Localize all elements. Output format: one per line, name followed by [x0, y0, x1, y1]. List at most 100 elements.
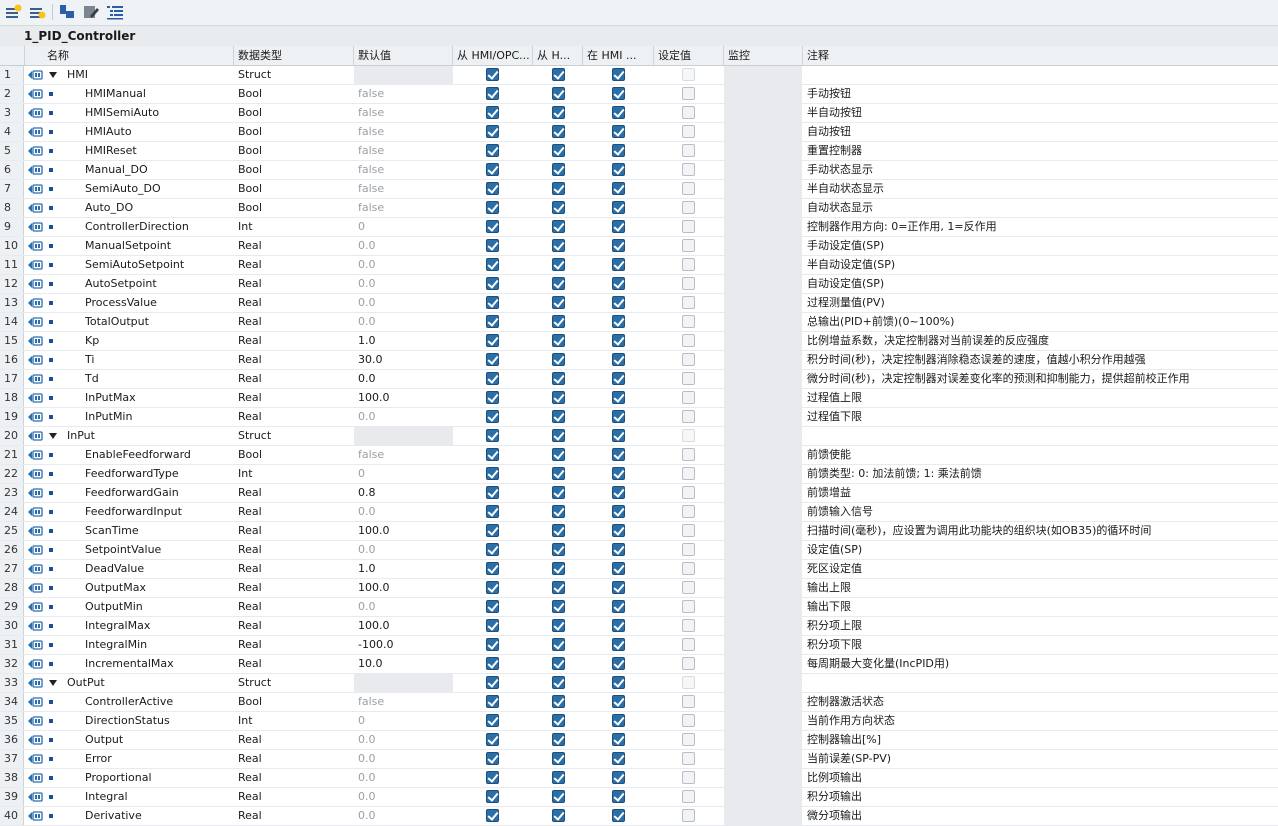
hmi-opc-accessible-checkbox[interactable] — [453, 389, 533, 407]
setpoint-checkbox[interactable] — [654, 712, 724, 730]
hmi-visible-checkbox[interactable] — [533, 294, 583, 312]
data-type[interactable]: Real — [234, 408, 353, 426]
edit-icon[interactable] — [81, 3, 101, 21]
hmi-writeable-checkbox[interactable] — [583, 370, 653, 388]
hmi-visible-checkbox[interactable] — [533, 104, 583, 122]
setpoint-checkbox[interactable] — [654, 769, 724, 787]
hmi-visible-checkbox[interactable] — [533, 427, 583, 445]
comment[interactable]: 当前误差(SP-PV) — [803, 750, 1278, 768]
comment[interactable]: 输出上限 — [803, 579, 1278, 597]
data-type[interactable]: Real — [234, 560, 353, 578]
hmi-writeable-checkbox[interactable] — [583, 484, 653, 502]
default-value[interactable]: false — [354, 142, 453, 160]
hmi-writeable-checkbox[interactable] — [583, 218, 653, 236]
table-row[interactable]: 40 Derivative Real 0.0 微分项输出 — [0, 807, 1278, 826]
setpoint-checkbox[interactable] — [654, 332, 724, 350]
setpoint-checkbox[interactable] — [654, 370, 724, 388]
table-row[interactable]: 17 Td Real 0.0 微分时间(秒)，决定控制器对误差变化率的预测和抑制能力，提… — [0, 370, 1278, 389]
hmi-opc-accessible-checkbox[interactable] — [453, 427, 533, 445]
setpoint-checkbox[interactable] — [654, 351, 724, 369]
hmi-opc-accessible-checkbox[interactable] — [453, 142, 533, 160]
hmi-writeable-checkbox[interactable] — [583, 142, 653, 160]
setpoint-checkbox[interactable] — [654, 503, 724, 521]
hmi-writeable-checkbox[interactable] — [583, 446, 653, 464]
default-value[interactable]: 100.0 — [354, 579, 453, 597]
hmi-writeable-checkbox[interactable] — [583, 275, 653, 293]
data-type[interactable]: Bool — [234, 180, 353, 198]
table-row[interactable]: 39 Integral Real 0.0 积分项输出 — [0, 788, 1278, 807]
hmi-opc-accessible-checkbox[interactable] — [453, 351, 533, 369]
variable-name[interactable]: ControllerActive — [85, 693, 234, 711]
setpoint-checkbox[interactable] — [654, 636, 724, 654]
table-row[interactable]: 29 OutputMin Real 0.0 输出下限 — [0, 598, 1278, 617]
header-name[interactable]: 名称 — [25, 46, 234, 65]
hmi-visible-checkbox[interactable] — [533, 180, 583, 198]
comment[interactable]: 控制器激活状态 — [803, 693, 1278, 711]
comment[interactable]: 输出下限 — [803, 598, 1278, 616]
comment[interactable]: 自动状态显示 — [803, 199, 1278, 217]
data-type[interactable]: Bool — [234, 161, 353, 179]
hmi-opc-accessible-checkbox[interactable] — [453, 161, 533, 179]
comment[interactable]: 微分项输出 — [803, 807, 1278, 825]
data-type[interactable]: Bool — [234, 123, 353, 141]
setpoint-checkbox[interactable] — [654, 256, 724, 274]
hmi-writeable-checkbox[interactable] — [583, 180, 653, 198]
setpoint-checkbox[interactable] — [654, 408, 724, 426]
default-value[interactable]: 0.0 — [354, 788, 453, 806]
hmi-writeable-checkbox[interactable] — [583, 560, 653, 578]
setpoint-checkbox[interactable] — [654, 104, 724, 122]
comment[interactable]: 手动设定值(SP) — [803, 237, 1278, 255]
default-value[interactable]: false — [354, 85, 453, 103]
hmi-opc-accessible-checkbox[interactable] — [453, 503, 533, 521]
hmi-opc-accessible-checkbox[interactable] — [453, 199, 533, 217]
default-value[interactable]: 30.0 — [354, 351, 453, 369]
hmi-writeable-checkbox[interactable] — [583, 579, 653, 597]
default-value[interactable]: 0 — [354, 218, 453, 236]
table-row[interactable]: 31 IntegralMin Real -100.0 积分项下限 — [0, 636, 1278, 655]
variable-name[interactable]: EnableFeedforward — [85, 446, 234, 464]
table-row[interactable]: 36 Output Real 0.0 控制器输出[%] — [0, 731, 1278, 750]
hmi-opc-accessible-checkbox[interactable] — [453, 541, 533, 559]
default-value[interactable]: -100.0 — [354, 636, 453, 654]
comment[interactable]: 半自动设定值(SP) — [803, 256, 1278, 274]
hmi-writeable-checkbox[interactable] — [583, 655, 653, 673]
variable-name[interactable]: Proportional — [85, 769, 234, 787]
variable-name[interactable]: TotalOutput — [85, 313, 234, 331]
table-row[interactable]: 5 HMIReset Bool false 重置控制器 — [0, 142, 1278, 161]
hmi-writeable-checkbox[interactable] — [583, 503, 653, 521]
hmi-visible-checkbox[interactable] — [533, 731, 583, 749]
setpoint-checkbox[interactable] — [654, 218, 724, 236]
hmi-writeable-checkbox[interactable] — [583, 199, 653, 217]
default-value[interactable]: 0.0 — [354, 370, 453, 388]
data-type[interactable]: Real — [234, 332, 353, 350]
table-row[interactable]: 38 Proportional Real 0.0 比例项输出 — [0, 769, 1278, 788]
data-type[interactable]: Real — [234, 579, 353, 597]
hmi-writeable-checkbox[interactable] — [583, 332, 653, 350]
table-row[interactable]: 25 ScanTime Real 100.0 扫描时间(毫秒)，应设置为调用此功能块的组… — [0, 522, 1278, 541]
setpoint-checkbox[interactable] — [654, 237, 724, 255]
default-value[interactable]: 0.0 — [354, 503, 453, 521]
data-type[interactable]: Real — [234, 522, 353, 540]
header-hmi-opc[interactable]: 从 HMI/OPC... — [453, 46, 533, 65]
hmi-opc-accessible-checkbox[interactable] — [453, 123, 533, 141]
variable-name[interactable]: ManualSetpoint — [85, 237, 234, 255]
setpoint-checkbox[interactable] — [654, 389, 724, 407]
table-row[interactable]: 19 InPutMin Real 0.0 过程值下限 — [0, 408, 1278, 427]
hmi-visible-checkbox[interactable] — [533, 389, 583, 407]
insert-row-icon[interactable] — [4, 3, 24, 21]
hmi-writeable-checkbox[interactable] — [583, 522, 653, 540]
header-hmi-visible[interactable]: 从 H... — [533, 46, 583, 65]
table-row[interactable]: 6 Manual_DO Bool false 手动状态显示 — [0, 161, 1278, 180]
variable-name[interactable]: SetpointValue — [85, 541, 234, 559]
hmi-opc-accessible-checkbox[interactable] — [453, 693, 533, 711]
setpoint-checkbox[interactable] — [654, 693, 724, 711]
table-row[interactable]: 26 SetpointValue Real 0.0 设定值(SP) — [0, 541, 1278, 560]
table-row[interactable]: 28 OutputMax Real 100.0 输出上限 — [0, 579, 1278, 598]
data-type[interactable]: Real — [234, 389, 353, 407]
data-type[interactable]: Bool — [234, 104, 353, 122]
hmi-opc-accessible-checkbox[interactable] — [453, 807, 533, 825]
hmi-writeable-checkbox[interactable] — [583, 465, 653, 483]
data-type[interactable]: Int — [234, 712, 353, 730]
default-value[interactable]: 100.0 — [354, 389, 453, 407]
default-value[interactable]: false — [354, 199, 453, 217]
